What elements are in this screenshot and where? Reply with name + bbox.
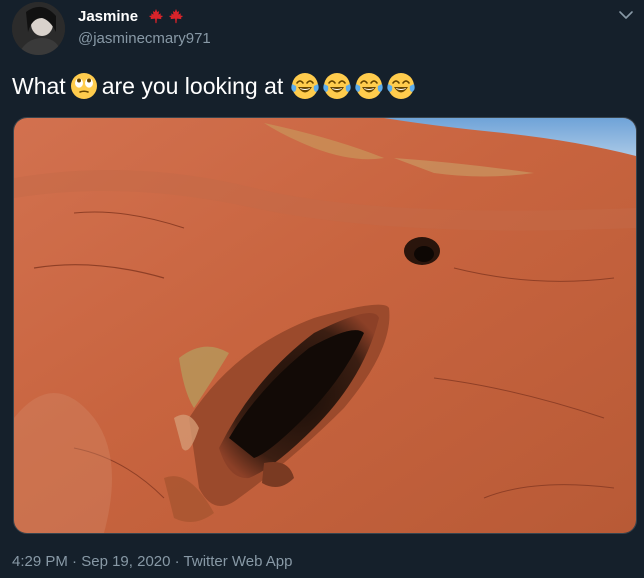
face-with-tears-of-joy-icon (323, 72, 351, 100)
tweet-photo[interactable] (13, 117, 637, 534)
face-with-tears-of-joy-icon (355, 72, 383, 100)
laugh-emoji-group (291, 72, 415, 100)
tweet-time[interactable]: 4:29 PM (12, 553, 68, 570)
face-with-tears-of-joy-icon (291, 72, 319, 100)
author-handle[interactable]: @jasminecmary971 (78, 30, 211, 47)
tweet-card[interactable]: Jasmine @jasminecmary971 What are you lo… (0, 0, 644, 578)
avatar[interactable] (12, 2, 65, 55)
face-with-rolling-eyes-icon (70, 72, 98, 100)
maple-leaf-flag-icon (148, 8, 164, 24)
author-display-name[interactable]: Jasmine (78, 8, 138, 25)
meta-separator: · (72, 553, 78, 570)
chevron-down-icon[interactable] (618, 8, 634, 22)
tweet-text-after: are you looking at (101, 72, 284, 99)
meta-separator: · (174, 553, 180, 570)
tweet-metadata: 4:29 PM · Sep 19, 2020 · Twitter Web App (12, 553, 293, 570)
face-with-tears-of-joy-icon (387, 72, 415, 100)
tweet-text-before: What (12, 72, 66, 99)
tweet-source[interactable]: Twitter Web App (184, 553, 293, 570)
tweet-text: What are you looking at (12, 72, 415, 100)
tweet-date[interactable]: Sep 19, 2020 (81, 553, 170, 570)
author-flags (147, 8, 185, 24)
maple-leaf-flag-icon (168, 8, 184, 24)
